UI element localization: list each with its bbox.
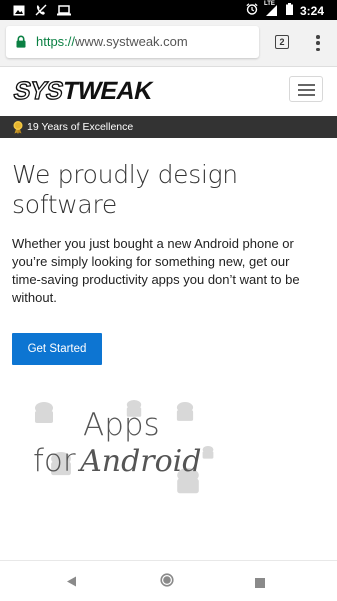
hero-body: Whether you just bought a new Android ph… — [12, 236, 300, 305]
url-host: www.systweak.com — [75, 34, 188, 49]
svg-text:TWEAK: TWEAK — [60, 77, 156, 103]
signal-icon: LTE — [263, 1, 279, 17]
site-header: SYS TWEAK — [0, 67, 337, 117]
svg-text:SYS: SYS — [11, 77, 65, 103]
status-icons-left — [13, 4, 71, 19]
battery-icon — [285, 3, 293, 18]
tab-switcher-button[interactable]: 2 — [275, 35, 289, 49]
medal-icon — [12, 120, 24, 139]
awards-text: 19 Years of Excellence — [27, 121, 134, 133]
status-time: 3:24 — [299, 3, 324, 18]
network-type-label: LTE — [263, 1, 275, 7]
url-scheme: https:// — [36, 34, 76, 49]
url-text[interactable]: https://www.systweak.com — [36, 34, 188, 50]
status-bar: LTE 3:24 — [0, 0, 337, 20]
no-call-icon — [35, 4, 47, 19]
hero-title: We proudly design software — [12, 160, 238, 219]
hamburger-menu-button[interactable] — [289, 76, 323, 102]
apps-android-text: Android — [80, 444, 202, 479]
address-bar[interactable]: https://www.systweak.com — [6, 26, 259, 58]
system-nav-bar — [0, 560, 337, 601]
get-started-button[interactable]: Get Started — [12, 333, 102, 365]
browser-toolbar: https://www.systweak.com 2 — [0, 20, 337, 67]
laptop-icon — [57, 4, 71, 19]
hamburger-line — [298, 89, 315, 91]
apps-for-text: for — [33, 443, 76, 479]
systweak-logo[interactable]: SYS TWEAK — [10, 77, 157, 108]
hamburger-line — [298, 94, 315, 96]
back-icon[interactable] — [66, 574, 77, 592]
alarm-icon — [246, 3, 258, 18]
apps-heading: Apps — [83, 407, 160, 443]
hamburger-line — [298, 84, 315, 86]
image-icon — [13, 5, 25, 19]
overflow-menu-icon[interactable] — [314, 35, 322, 51]
apps-subheading: for Android — [33, 443, 201, 485]
home-icon[interactable] — [160, 573, 174, 592]
lock-icon — [16, 35, 26, 53]
recents-icon[interactable] — [255, 575, 265, 593]
awards-bar: 19 Years of Excellence — [0, 116, 337, 138]
status-icons-right: LTE 3:24 — [246, 1, 324, 18]
